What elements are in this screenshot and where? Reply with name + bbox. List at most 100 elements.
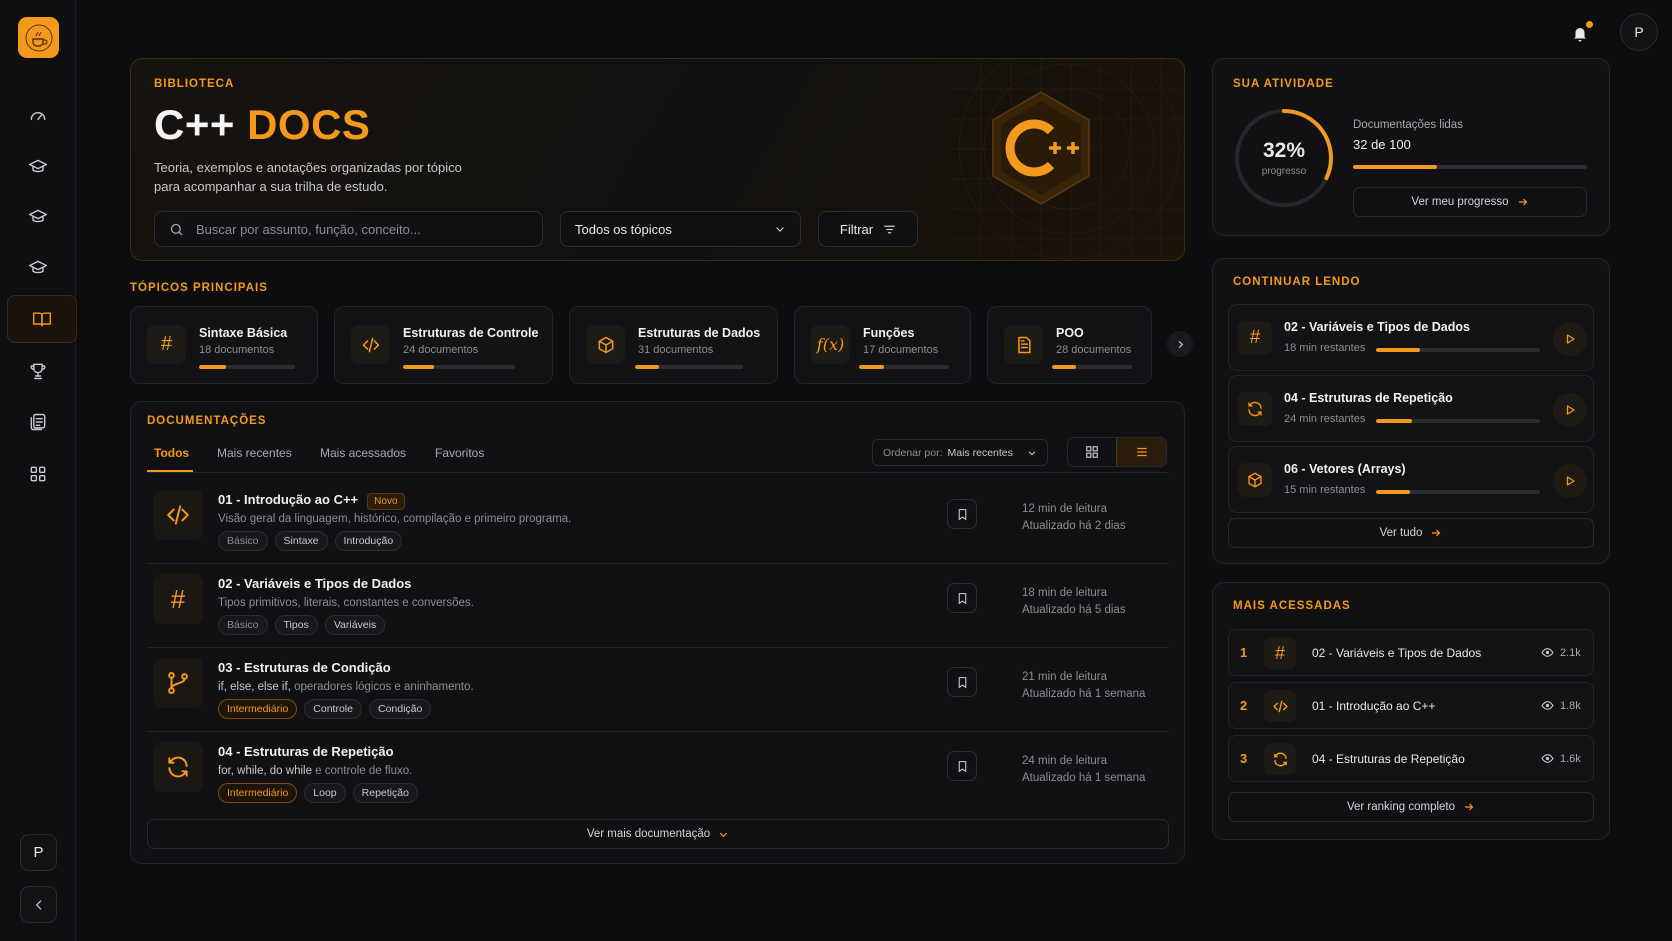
- sidebar-avatar[interactable]: P: [20, 834, 57, 871]
- topic-title: POO: [1056, 326, 1084, 340]
- topic-card[interactable]: # Sintaxe Básica 18 documentos: [130, 306, 318, 384]
- topic-progress: [403, 365, 515, 369]
- bookmark-icon: [958, 592, 966, 604]
- tab-all[interactable]: Todos: [154, 446, 189, 460]
- sidebar-item-courses-3[interactable]: [19, 249, 57, 287]
- sort-value: Mais recentes: [947, 446, 1013, 459]
- tag[interactable]: Tipos: [274, 615, 318, 635]
- continue-progress-fill: [1376, 348, 1421, 352]
- code-icon: [1264, 690, 1296, 722]
- sidebar-item-trophy[interactable]: [19, 352, 57, 390]
- topic-card[interactable]: Estruturas de Controle 24 documentos: [334, 306, 553, 384]
- views-count: 1.6k: [1541, 752, 1581, 765]
- popular-item[interactable]: 2 01 - Introdução ao C++ 1.8k: [1228, 682, 1594, 729]
- continue-title: 04 - Estruturas de Repetição: [1284, 391, 1453, 405]
- doc-description: if, else, else if, operadores lógicos e …: [218, 681, 474, 693]
- search-input[interactable]: Buscar por assunto, função, conceito...: [154, 211, 543, 247]
- views-count: 1.8k: [1541, 699, 1581, 712]
- popular-title: 02 - Variáveis e Tipos de Dados: [1312, 646, 1482, 660]
- tag[interactable]: Intermediário: [218, 783, 298, 803]
- bookmark-button[interactable]: [947, 667, 977, 697]
- repeat-icon: [1238, 392, 1272, 426]
- branch-icon: [153, 658, 203, 708]
- grid-view-button[interactable]: [1068, 438, 1116, 466]
- user-avatar[interactable]: P: [1620, 13, 1658, 51]
- doc-row[interactable]: 04 - Estruturas de Repetição for, while,…: [147, 732, 1169, 816]
- bookmark-button[interactable]: [947, 583, 977, 613]
- tag[interactable]: Sintaxe: [274, 531, 328, 551]
- topic-progress: [859, 365, 949, 369]
- topic-progress: [635, 365, 743, 369]
- popular-item[interactable]: 3 04 - Estruturas de Repetição 1.6k: [1228, 735, 1594, 782]
- page-title: C++ DOCS: [154, 101, 370, 149]
- doc-title-text: 01 - Introdução ao C++: [218, 492, 359, 507]
- tag[interactable]: Variáveis: [324, 615, 386, 635]
- grid-icon: [1086, 446, 1098, 458]
- topic-select[interactable]: Todos os tópicos: [560, 211, 801, 247]
- sidebar-item-courses-2[interactable]: [19, 198, 57, 236]
- continue-item[interactable]: 06 - Vetores (Arrays) 15 min restantes: [1228, 446, 1594, 513]
- tag[interactable]: Introdução: [334, 531, 403, 551]
- tag[interactable]: Básico: [218, 531, 268, 551]
- doc-tags: Básico Tipos Variáveis: [218, 615, 386, 635]
- topics-next-button[interactable]: [1167, 331, 1193, 357]
- bookmark-button[interactable]: [947, 499, 977, 529]
- topic-select-value: Todos os tópicos: [575, 221, 672, 237]
- sort-select[interactable]: Ordenar por: Mais recentes: [872, 439, 1048, 466]
- see-more-docs-button[interactable]: Ver mais documentação: [147, 819, 1169, 849]
- doc-description: Visão geral da linguagem, histórico, com…: [218, 513, 572, 525]
- popular-item[interactable]: 1 # 02 - Variáveis e Tipos de Dados 2.1k: [1228, 629, 1594, 676]
- sidebar-item-apps[interactable]: [19, 455, 57, 493]
- see-ranking-button[interactable]: Ver ranking completo: [1228, 792, 1594, 822]
- play-button[interactable]: [1553, 464, 1587, 498]
- notifications-button[interactable]: [1567, 21, 1593, 47]
- topic-title: Estruturas de Dados: [638, 326, 761, 340]
- tab-favorites[interactable]: Favoritos: [435, 446, 484, 460]
- code-icon: [351, 325, 390, 364]
- tag[interactable]: Intermediário: [218, 699, 298, 719]
- play-icon: [1566, 476, 1575, 486]
- play-icon: [1566, 334, 1575, 344]
- tag[interactable]: Básico: [218, 615, 268, 635]
- brand-logo[interactable]: [18, 17, 59, 58]
- topic-card[interactable]: Estruturas de Dados 31 documentos: [569, 306, 778, 384]
- list-view-button[interactable]: [1116, 438, 1166, 466]
- doc-meta: 12 min de leitura Atualizado há 2 dias: [1022, 501, 1126, 535]
- filter-button[interactable]: Filtrar: [818, 211, 918, 247]
- tag[interactable]: Condição: [368, 699, 432, 719]
- collapse-sidebar-button[interactable]: [20, 886, 57, 923]
- doc-row[interactable]: # 02 - Variáveis e Tipos de Dados Tipos …: [147, 564, 1169, 648]
- doc-desc-code: for, while, do while: [218, 765, 312, 777]
- tag[interactable]: Loop: [304, 783, 346, 803]
- see-all-button[interactable]: Ver tudo: [1228, 518, 1594, 548]
- tag[interactable]: Controle: [304, 699, 362, 719]
- tab-most-accessed[interactable]: Mais acessados: [320, 446, 406, 460]
- topic-card[interactable]: f(x) Funções 17 documentos: [794, 306, 971, 384]
- avatar-initial: P: [33, 844, 44, 861]
- doc-row[interactable]: 01 - Introdução ao C++ Novo Visão geral d…: [147, 480, 1169, 564]
- play-button[interactable]: [1553, 322, 1587, 356]
- continue-item[interactable]: 04 - Estruturas de Repetição 24 min rest…: [1228, 375, 1594, 442]
- view-progress-button[interactable]: Ver meu progresso: [1353, 187, 1587, 217]
- doc-desc-text: e controle de fluxo.: [311, 765, 413, 777]
- continue-item[interactable]: # 02 - Variáveis e Tipos de Dados 18 min…: [1228, 304, 1594, 371]
- graduation-cap-icon: [28, 209, 48, 223]
- sidebar-item-docs[interactable]: [7, 295, 77, 343]
- doc-row[interactable]: 03 - Estruturas de Condição if, else, el…: [147, 648, 1169, 732]
- sidebar-item-library[interactable]: [19, 403, 57, 441]
- topic-title: Sintaxe Básica: [199, 326, 288, 340]
- doc-title: 04 - Estruturas de Repetição: [218, 744, 394, 759]
- sidebar-item-dashboard[interactable]: [19, 97, 57, 135]
- continue-title: 02 - Variáveis e Tipos de Dados: [1284, 320, 1470, 334]
- bookmark-button[interactable]: [947, 751, 977, 781]
- topic-card[interactable]: POO 28 documentos: [987, 306, 1152, 384]
- play-button[interactable]: [1553, 393, 1587, 427]
- tag[interactable]: Repetição: [352, 783, 418, 803]
- hero-label: BIBLIOTECA: [154, 78, 235, 90]
- topic-progress-fill: [859, 365, 885, 369]
- bookmark-icon: [958, 676, 966, 688]
- function-icon: f(x): [811, 325, 850, 364]
- sidebar-item-courses[interactable]: [19, 148, 57, 186]
- hero-subtitle: Teoria, exemplos e anotações organizadas…: [154, 158, 462, 196]
- tab-recent[interactable]: Mais recentes: [217, 446, 292, 460]
